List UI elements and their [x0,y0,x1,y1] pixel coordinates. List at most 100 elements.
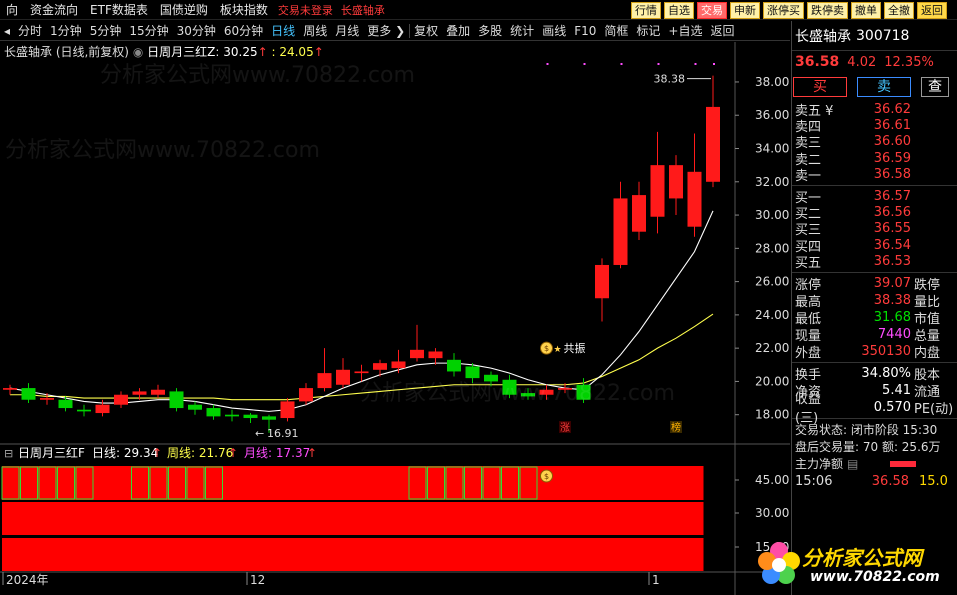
candle-body [21,388,36,400]
top-buttons: 行情 自选 交易 申新 涨停买 跌停卖 撤单 全撤 返回 [631,2,947,19]
candle-body [3,388,17,390]
period-tab-7[interactable]: 周线 [299,22,331,39]
candle-body [521,393,535,397]
main-flow-row[interactable]: 主力净额 ▤ [792,455,957,473]
bid-row[interactable]: 买三 36.55 [792,221,957,238]
order-buttons: 买 卖 查 [792,73,957,101]
tool-9[interactable]: 返回 [706,22,738,39]
ask-price: 36.58 [873,167,911,183]
trade-button[interactable]: 交易 [697,2,727,19]
candle-body [40,398,54,400]
x-axis-label: 1 [652,573,660,587]
signal-dot [694,63,697,65]
ask-row[interactable]: 卖二 36.59 [792,150,957,168]
tool-8[interactable]: +自选 [664,22,706,39]
signal-dot [583,63,586,65]
scroll-left-icon[interactable]: ◂ [0,24,14,38]
cancel-all-button[interactable]: 全撤 [884,2,914,19]
limit-up-buy-button[interactable]: 涨停买 [763,2,804,19]
limit-down-sell-button[interactable]: 跌停卖 [807,2,848,19]
tick-time: 15:06 [795,473,833,489]
sub-bar-row-0 [2,466,704,500]
cancel-order-button[interactable]: 撤单 [851,2,881,19]
candle-body [428,351,443,359]
period-tab-0[interactable]: 分时 [14,22,46,39]
candle-body [77,409,91,412]
chart-title: 长盛轴承 (日线,前复权) [4,45,129,59]
period-toolbar: ◂ 分时 1分钟 5分钟 15分钟 30分钟 60分钟 日线 周线 月线 更多 … [0,21,790,41]
ask-price: 36.60 [873,134,911,150]
period-tab-2[interactable]: 5分钟 [86,22,126,39]
candle-body [706,106,720,182]
up-arrow-icon: ↑ [257,45,268,59]
tool-4[interactable]: 画线 [538,22,570,39]
stock-code: 300718 [856,27,910,44]
kline-chart[interactable]: 18.00 20.00 22.00 24.00 26.00 28.00 30.00 32.00… [0,42,790,595]
tool-3[interactable]: 统计 [506,22,538,39]
ask-row[interactable]: 卖四 36.61 [792,117,957,135]
y-tick-label: 18.00 [755,408,789,422]
tick-price: 36.58 [871,473,909,489]
y-tick-label: 22.00 [755,341,789,355]
y-tick-label: 32.00 [755,175,789,189]
ask-row[interactable]: 卖一 36.58 [792,167,957,184]
tool-0[interactable]: 复权 [410,22,442,39]
bid-row[interactable]: 买一 36.57 [792,188,957,206]
logo-brand: 分析家公式网 [802,546,922,570]
stat-value: 31.68 [873,309,911,325]
top-nav-item-4[interactable]: 板块指数 [214,1,274,18]
site-logo: 分析家公式网 www.70822.com [752,535,952,591]
stat-value: 7440 [877,326,911,342]
top-nav-item-2[interactable]: ETF数据表 [84,1,154,18]
period-tab-daily[interactable]: 日线 [267,22,299,39]
y-tick-label: 28.00 [755,241,789,255]
candle-body [299,388,313,402]
top-nav-item-1[interactable]: 资金流向 [24,1,84,18]
bid-row[interactable]: 买二 36.56 [792,204,957,222]
tool-6[interactable]: 简框 [600,22,632,39]
expand-icon[interactable]: ▤ [847,457,858,471]
return-button[interactable]: 返回 [917,2,947,19]
bid-row[interactable]: 买五 36.53 [792,254,957,271]
period-tab-3[interactable]: 15分钟 [125,22,172,39]
candle-body [206,408,221,417]
candle-body [391,361,406,369]
query-button[interactable]: 查 [921,77,949,97]
tool-7[interactable]: 标记 [632,22,664,39]
stat-value: 34.80% [861,365,911,381]
settings-toggle-icon[interactable]: ◉ [133,45,143,59]
stat-row: 换手 34.80% 股本 [792,365,957,383]
period-tab-more[interactable]: 更多 ❯ [363,22,409,39]
period-tab-8[interactable]: 月线 [331,22,363,39]
sell-button[interactable]: 卖 [857,77,911,97]
candle-body [595,264,609,299]
period-tab-4[interactable]: 30分钟 [173,22,220,39]
tool-1[interactable]: 叠加 [442,22,474,39]
stat-value: 5.41 [882,382,911,398]
buy-button[interactable]: 买 [793,77,847,97]
candle-body [410,349,424,359]
ask-price: 36.61 [873,118,911,134]
top-nav-item-0[interactable]: 向 [0,1,24,18]
tool-2[interactable]: 多股 [474,22,506,39]
stat-value: 39.07 [873,275,911,291]
candle-body [576,384,591,400]
sub-week-value: 周线: 21.76 [167,446,233,460]
stat-value: 350130 [861,343,911,359]
period-tab-5[interactable]: 60分钟 [220,22,267,39]
ask-row[interactable]: 卖五 ¥36.62 [792,101,957,119]
period-tab-1[interactable]: 1分钟 [46,22,86,39]
signal-dot [620,63,623,65]
bid-row[interactable]: 买四 36.54 [792,237,957,255]
current-stock-label: 长盛轴承 [340,3,385,17]
ask-row[interactable]: 卖三 36.60 [792,134,957,151]
chevron-down-icon: ❯ [395,24,406,38]
watchlist-button[interactable]: 自选 [664,2,694,19]
ipo-button[interactable]: 申新 [730,2,760,19]
y-tick-label: 36.00 [755,108,789,122]
y-tick-label: 20.00 [755,374,789,388]
up-arrow-icon: ↑ [152,446,162,460]
top-nav-item-3[interactable]: 国债逆购 [154,1,214,18]
tool-5[interactable]: F10 [570,24,600,38]
quote-button[interactable]: 行情 [631,2,661,19]
